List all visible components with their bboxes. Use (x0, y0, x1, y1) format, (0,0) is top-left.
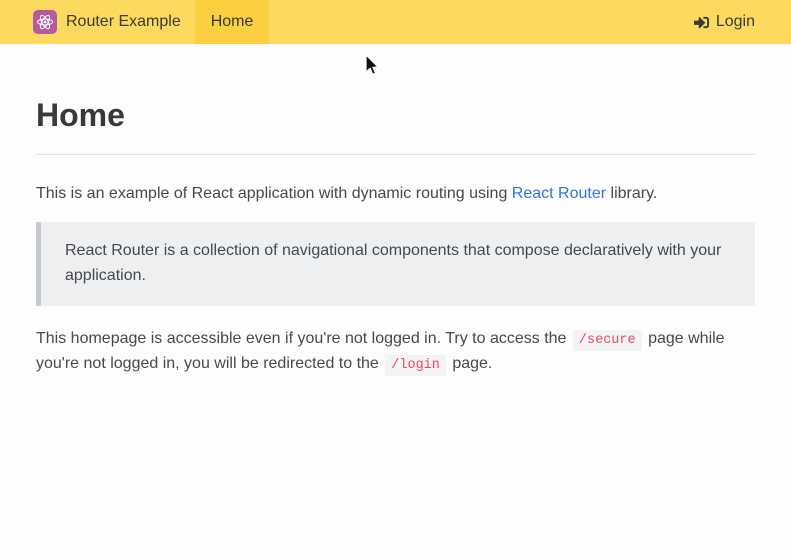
note-text-3: page. (447, 355, 493, 373)
brand-label: Router Example (66, 13, 181, 30)
intro-paragraph: This is an example of React application … (36, 182, 755, 207)
intro-text-after: library. (606, 185, 658, 203)
nav-item-home[interactable]: Home (194, 0, 270, 44)
sign-in-icon (693, 15, 709, 30)
blockquote-text: React Router is a collection of navigati… (65, 242, 722, 285)
code-secure: /secure (572, 330, 642, 352)
mouse-cursor (364, 53, 380, 78)
intro-text-before: This is an example of React application … (36, 185, 512, 203)
login-link[interactable]: Login (693, 13, 755, 31)
react-logo-icon (33, 10, 57, 34)
blockquote: React Router is a collection of navigati… (36, 222, 755, 307)
nav-item-home-label: Home (210, 13, 254, 30)
divider (36, 154, 755, 156)
code-login: /login (385, 355, 446, 377)
note-paragraph: This homepage is accessible even if you'… (36, 327, 755, 377)
main-content: Home This is an example of React applica… (36, 96, 755, 377)
note-text-1: This homepage is accessible even if you'… (36, 330, 571, 348)
navbar: Router Example Home Login (0, 0, 791, 44)
navbar-right: Login (693, 0, 791, 44)
react-router-link[interactable]: React Router (512, 185, 606, 202)
navbar-brand[interactable]: Router Example (33, 0, 181, 44)
login-label: Login (715, 13, 755, 30)
page-title: Home (36, 97, 125, 133)
